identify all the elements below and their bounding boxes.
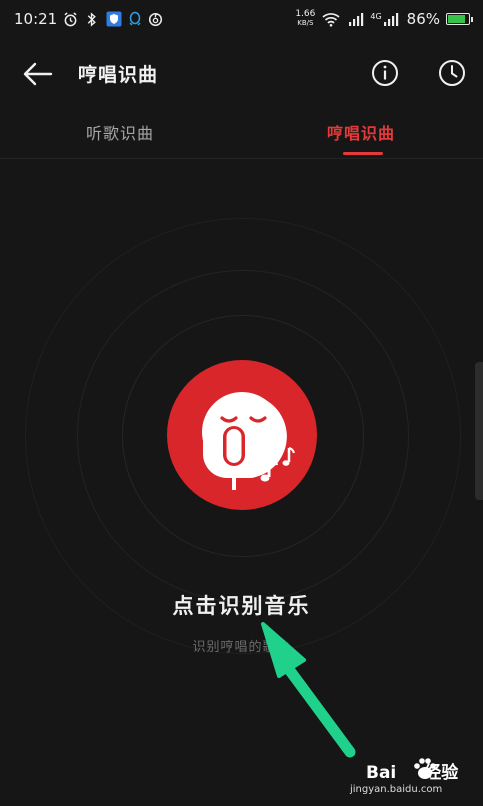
watermark-url: jingyan.baidu.com xyxy=(350,784,443,795)
annotation-arrow xyxy=(261,622,356,758)
baidu-jingyan-watermark: Bai 经验 jingyan.baidu.com xyxy=(330,752,480,802)
paw-icon xyxy=(414,758,436,779)
watermark-brand-prefix: Bai xyxy=(366,763,397,783)
